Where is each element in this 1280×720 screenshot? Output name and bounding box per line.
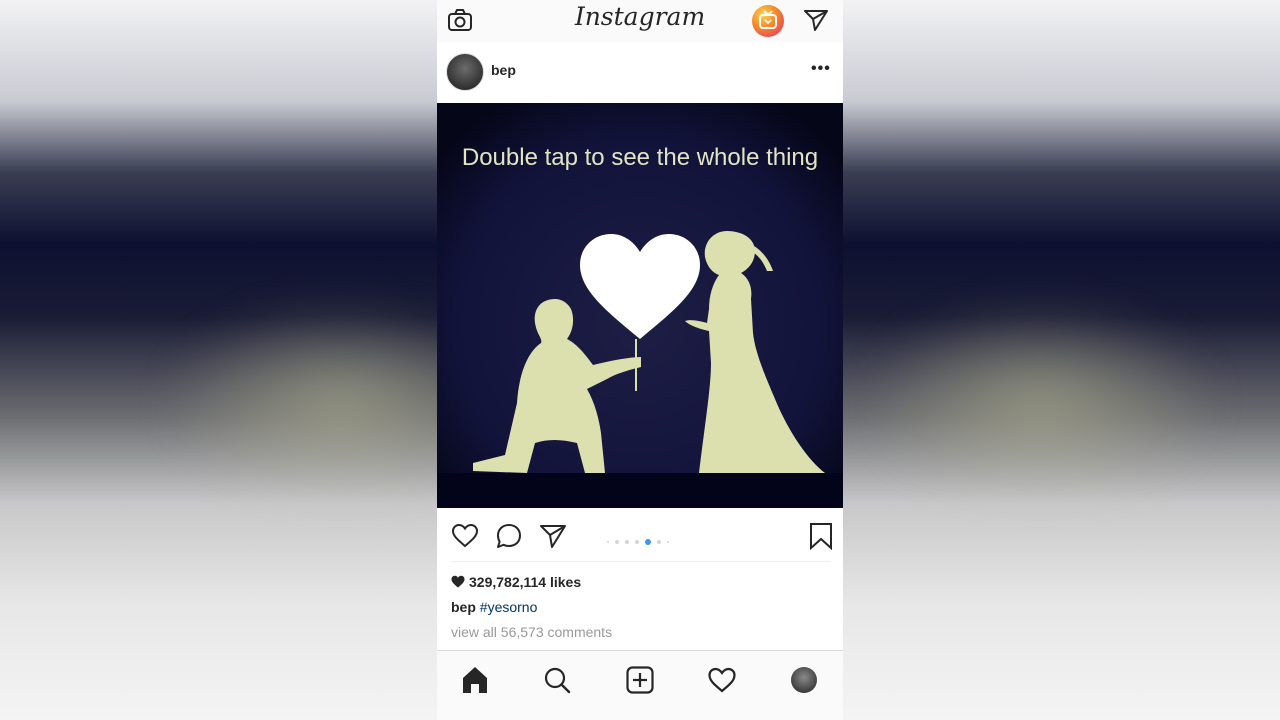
comment-icon[interactable] [495,522,523,550]
post-header: bep ••• [437,42,843,103]
profile-avatar[interactable] [791,667,817,693]
top-bar: Instagram [437,0,843,43]
more-options-icon[interactable]: ••• [811,60,831,78]
activity-heart-icon[interactable] [707,665,737,695]
likes-text: 329,782,114 likes [469,574,582,590]
post-image[interactable]: Double tap to see the whole thing [437,103,843,508]
background-blur-right [860,300,1220,500]
igtv-icon[interactable] [752,5,784,37]
bottom-navigation [437,650,843,720]
image-caption-text: Double tap to see the whole thing [462,144,818,171]
instagram-feed-screen: Instagram bep ••• Double tap to see the … [437,0,843,720]
view-comments-link[interactable]: view all 56,573 comments [451,624,612,640]
share-icon[interactable] [539,522,567,550]
divider [451,561,831,562]
post-caption: bep #yesorno [451,599,537,615]
caption-hashtag[interactable]: #yesorno [480,599,538,615]
small-heart-icon [451,575,465,588]
heart-icon[interactable] [451,522,479,550]
search-icon[interactable] [542,665,572,695]
direct-message-icon[interactable] [803,8,829,32]
avatar[interactable] [446,53,484,91]
bookmark-icon[interactable] [807,522,835,550]
add-post-icon[interactable] [625,665,655,695]
carousel-indicator [607,533,675,545]
caption-username[interactable]: bep [451,599,476,615]
post-actions [437,508,843,562]
likes-count[interactable]: 329,782,114 likes [451,574,581,590]
home-icon[interactable] [460,665,490,695]
post-username[interactable]: bep [491,62,516,78]
